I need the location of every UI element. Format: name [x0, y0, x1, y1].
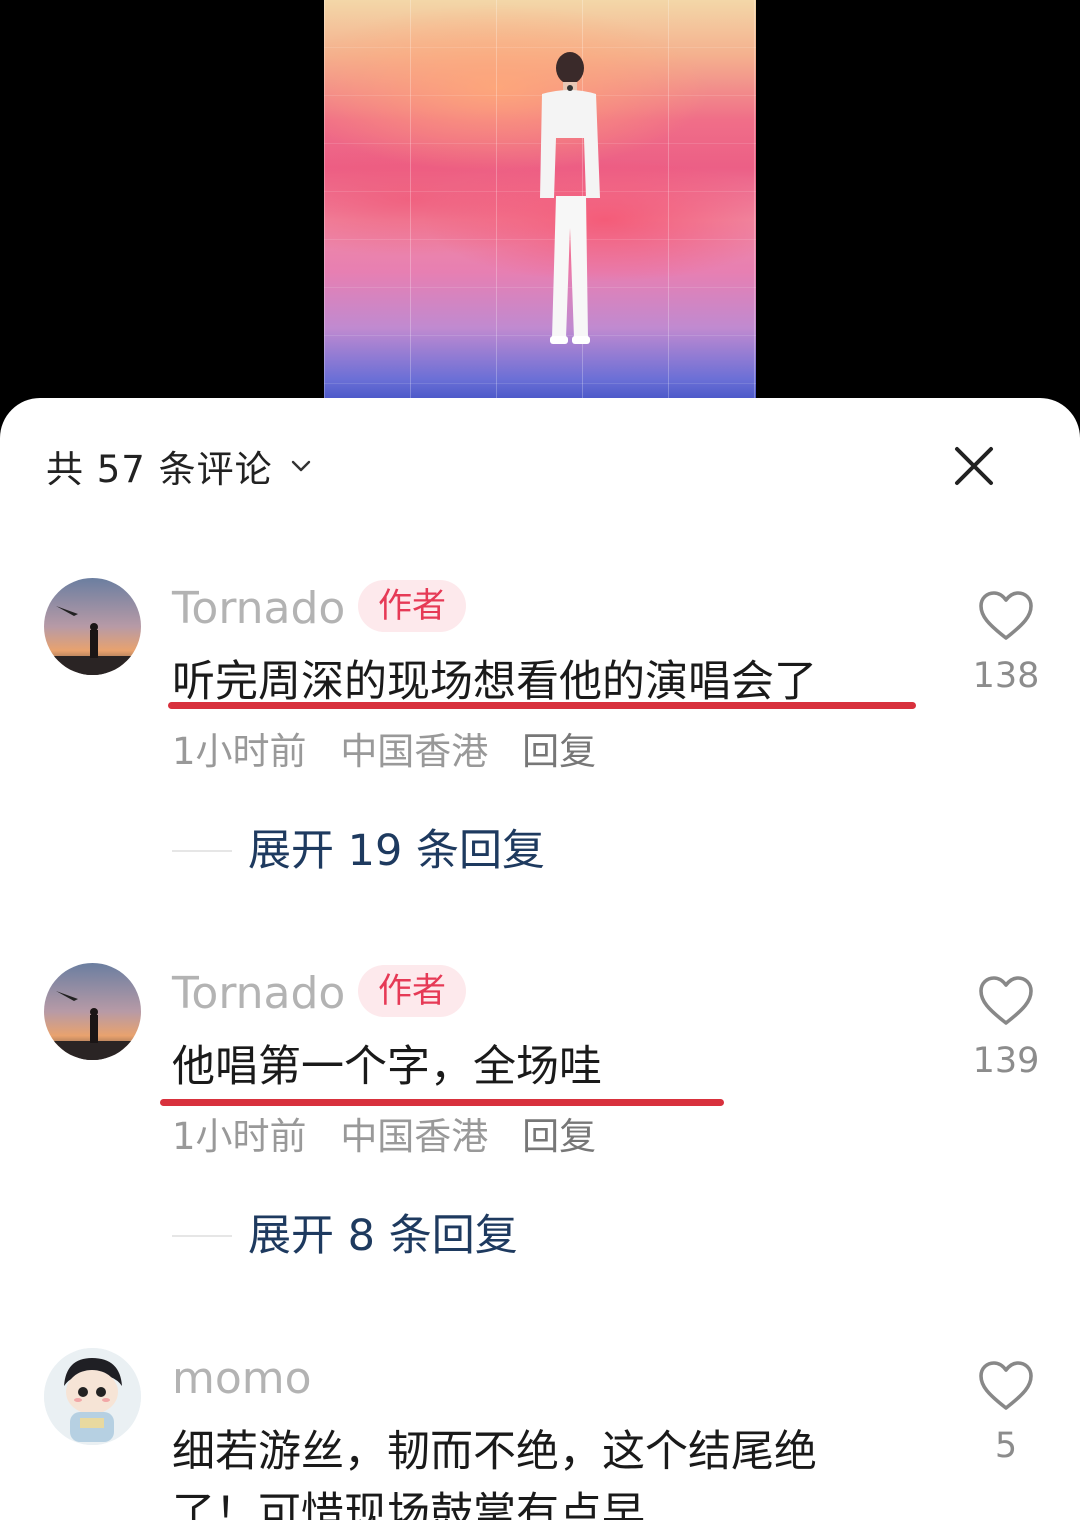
comment-location: 中国香港: [340, 730, 489, 773]
username[interactable]: momo: [172, 1354, 312, 1404]
red-underline-annotation: [168, 702, 916, 709]
like-button[interactable]: 139: [972, 975, 1040, 1081]
reply-button[interactable]: 回复: [522, 730, 596, 773]
comment-location: 中国香港: [340, 1115, 489, 1158]
comment-time: 1小时前: [172, 1115, 307, 1158]
expand-replies[interactable]: 展开 8 条回复: [172, 1211, 518, 1261]
comment-count-title[interactable]: 共 57 条评论: [46, 439, 273, 493]
performer-figure: [540, 52, 600, 344]
expand-divider: [172, 1235, 232, 1237]
comment-meta: 1小时前 中国香港 回复: [172, 730, 618, 774]
author-badge: 作者: [358, 580, 466, 632]
like-button[interactable]: 5: [972, 1360, 1040, 1466]
chevron-down-icon[interactable]: [291, 456, 311, 476]
expand-divider: [172, 850, 232, 852]
comment-text-line-2: 了！可惜现场鼓掌有点早: [172, 1489, 645, 1520]
expand-replies[interactable]: 展开 19 条回复: [172, 826, 545, 876]
comment-text-line-1: 细若游丝，韧而不绝，这个结尾绝: [172, 1427, 817, 1477]
comment-time: 1小时前: [172, 730, 307, 773]
heart-icon[interactable]: [978, 590, 1034, 642]
username[interactable]: Tornado: [172, 584, 345, 634]
comment-meta: 1小时前 中国香港 回复: [172, 1115, 618, 1159]
like-count: 5: [994, 1426, 1018, 1466]
like-button[interactable]: 138: [972, 590, 1040, 696]
like-count: 139: [972, 1041, 1040, 1081]
author-badge: 作者: [358, 965, 466, 1017]
avatar[interactable]: [44, 963, 141, 1060]
comment-text: 他唱第一个字，全场哇: [172, 1042, 602, 1092]
red-underline-annotation: [160, 1099, 724, 1106]
expand-replies-label[interactable]: 展开 19 条回复: [248, 826, 545, 876]
avatar[interactable]: [44, 1348, 141, 1445]
close-icon[interactable]: [944, 436, 1004, 496]
comments-header: 共 57 条评论: [46, 438, 1040, 494]
reply-button[interactable]: 回复: [522, 1115, 596, 1158]
comment-text: 听完周深的现场想看他的演唱会了: [172, 657, 817, 707]
expand-replies-label[interactable]: 展开 8 条回复: [248, 1211, 518, 1261]
video-frame: [324, 0, 756, 400]
username[interactable]: Tornado: [172, 969, 345, 1019]
heart-icon[interactable]: [978, 1360, 1034, 1412]
heart-icon[interactable]: [978, 975, 1034, 1027]
like-count: 138: [972, 656, 1040, 696]
comments-sheet: 共 57 条评论 Tornado 作者 听完周深的现场想看他的演唱会了 1小时前…: [0, 398, 1080, 1520]
avatar[interactable]: [44, 578, 141, 675]
video-player[interactable]: [0, 0, 1080, 420]
